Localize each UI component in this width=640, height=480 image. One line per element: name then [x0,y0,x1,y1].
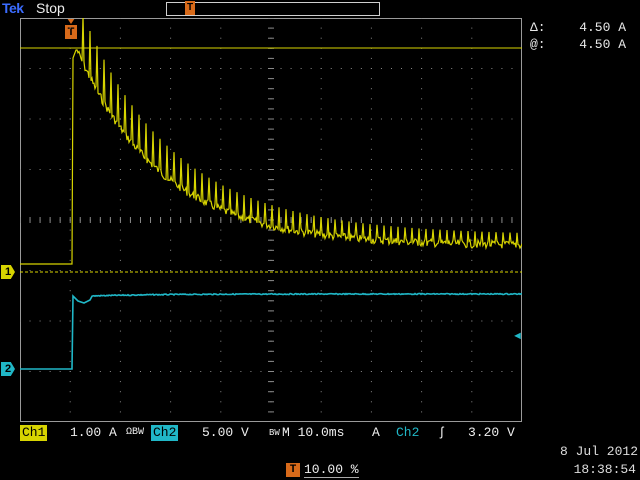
top-status-bar: Tek Stop T [0,0,640,18]
timebase: M 10.0ms [282,425,345,440]
bandwidth-limit-icon: BW [269,428,280,438]
trigger-source: Ch2 [396,425,420,440]
trigger-position-icon: T [185,1,195,15]
ch2-level-marker[interactable]: 2 [1,362,15,376]
brand-logo: Tek [2,0,24,16]
ch1-scale: 1.00 A [70,425,117,440]
record-position-bar[interactable]: T [166,1,380,16]
ch1-coupling: ΩBW [126,427,145,438]
cursor-readout: Δ: 4.50 A @: 4.50 A [530,20,640,54]
date-readout: 8 Jul 2012 [559,444,638,459]
ch2-scale: 5.00 V [202,425,249,440]
trigger-mode: A [372,425,380,440]
delta-readout: Δ: 4.50 A [530,20,640,37]
horizontal-position: T 10.00 % [286,461,359,479]
ch2-label[interactable]: Ch2 [151,425,179,441]
at-value: 4.50 A [579,37,626,52]
run-state[interactable]: Stop [36,0,65,16]
graticule-display[interactable] [20,18,522,422]
ch1-label[interactable]: Ch1 [20,425,48,441]
delta-label: Δ: [530,20,546,35]
trigger-level: 3.20 V [468,425,515,440]
at-readout: @: 4.50 A [530,37,640,54]
delta-value: 4.50 A [579,20,626,35]
ch1-waveform [20,18,522,265]
position-t-icon: T [286,463,300,477]
time-readout: 18:38:54 [573,462,636,477]
ch1-level-marker[interactable]: 1 [1,265,15,279]
trigger-slope-icon: ʃ [438,425,446,440]
trigger-level-arrow-icon[interactable]: ◄ [512,331,523,342]
position-value: 10.00 % [304,462,359,478]
at-label: @: [530,37,546,52]
channel-status-bar: Ch1 1.00 A ΩBW Ch2 5.00 V BW M 10.0ms A … [20,424,524,442]
